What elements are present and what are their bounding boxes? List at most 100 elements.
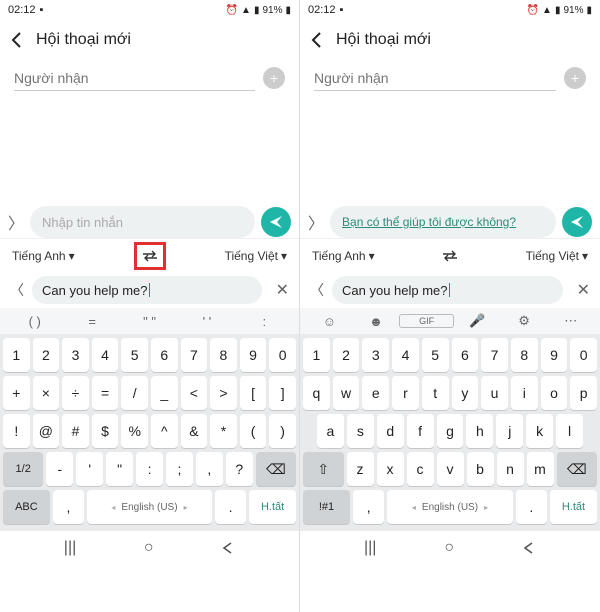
key-i[interactable]: i bbox=[511, 376, 538, 410]
nav-recents[interactable]: ||| bbox=[364, 539, 376, 557]
back-icon[interactable] bbox=[10, 31, 22, 49]
key-9[interactable]: 9 bbox=[240, 338, 267, 372]
compose-expand-icon[interactable]: 〉 bbox=[8, 210, 24, 234]
key-page-toggle[interactable]: 1/2 bbox=[3, 452, 43, 486]
toolbar-colon[interactable]: : bbox=[236, 314, 293, 329]
toolbar-parens[interactable]: ( ) bbox=[6, 314, 63, 329]
key-][interactable]: ] bbox=[269, 376, 296, 410]
nav-recents[interactable]: ||| bbox=[64, 539, 76, 557]
voice-icon[interactable]: 🎤 bbox=[454, 313, 501, 329]
key-period[interactable]: . bbox=[516, 490, 547, 524]
key-comma[interactable]: , bbox=[353, 490, 384, 524]
key-3[interactable]: 3 bbox=[62, 338, 89, 372]
key-2[interactable]: 2 bbox=[33, 338, 60, 372]
key-1[interactable]: 1 bbox=[303, 338, 330, 372]
key-%[interactable]: % bbox=[121, 414, 148, 448]
key-$[interactable]: $ bbox=[92, 414, 119, 448]
gif-icon[interactable]: GIF bbox=[399, 314, 454, 328]
key-*[interactable]: * bbox=[210, 414, 237, 448]
key-:[interactable]: : bbox=[136, 452, 163, 486]
key-0[interactable]: 0 bbox=[269, 338, 296, 372]
key-?[interactable]: ? bbox=[226, 452, 253, 486]
key-;[interactable]: ; bbox=[166, 452, 193, 486]
key-7[interactable]: 7 bbox=[481, 338, 508, 372]
key-f[interactable]: f bbox=[407, 414, 434, 448]
toolbar-equals[interactable]: = bbox=[63, 314, 120, 329]
key-6[interactable]: 6 bbox=[452, 338, 479, 372]
lang-from-selector[interactable]: Tiếng Anh▾ bbox=[12, 249, 75, 263]
key-4[interactable]: 4 bbox=[392, 338, 419, 372]
key-5[interactable]: 5 bbox=[121, 338, 148, 372]
clear-input-button[interactable]: ✕ bbox=[276, 280, 289, 300]
key-period[interactable]: . bbox=[215, 490, 246, 524]
back-icon[interactable] bbox=[310, 31, 322, 49]
key-([interactable]: ( bbox=[240, 414, 267, 448]
translate-input[interactable]: Can you help me? bbox=[32, 276, 262, 304]
key-l[interactable]: l bbox=[556, 414, 583, 448]
key-#[interactable]: # bbox=[62, 414, 89, 448]
key-4[interactable]: 4 bbox=[92, 338, 119, 372]
key-+[interactable]: + bbox=[3, 376, 30, 410]
key-done[interactable]: H.tất bbox=[550, 490, 597, 524]
nav-back[interactable] bbox=[221, 541, 235, 555]
key-'[interactable]: ' bbox=[76, 452, 103, 486]
send-button[interactable] bbox=[261, 207, 291, 237]
lang-from-selector[interactable]: Tiếng Anh▾ bbox=[312, 249, 375, 263]
key-mode-sym[interactable]: !#1 bbox=[303, 490, 350, 524]
key-m[interactable]: m bbox=[527, 452, 554, 486]
key-w[interactable]: w bbox=[333, 376, 360, 410]
key-d[interactable]: d bbox=[377, 414, 404, 448]
clear-input-button[interactable]: ✕ bbox=[577, 280, 590, 300]
key-h[interactable]: h bbox=[466, 414, 493, 448]
key-g[interactable]: g bbox=[437, 414, 464, 448]
key-v[interactable]: v bbox=[437, 452, 464, 486]
key-x[interactable]: x bbox=[377, 452, 404, 486]
key-3[interactable]: 3 bbox=[362, 338, 389, 372]
nav-home[interactable]: ○ bbox=[144, 539, 154, 557]
key-![interactable]: ! bbox=[3, 414, 30, 448]
key-t[interactable]: t bbox=[422, 376, 449, 410]
key-y[interactable]: y bbox=[452, 376, 479, 410]
sticker-icon[interactable]: ☻ bbox=[353, 314, 400, 329]
key-<[interactable]: < bbox=[181, 376, 208, 410]
key-q[interactable]: q bbox=[303, 376, 330, 410]
key-6[interactable]: 6 bbox=[151, 338, 178, 372]
key-c[interactable]: c bbox=[407, 452, 434, 486]
toolbar-dquote[interactable]: " " bbox=[121, 314, 178, 329]
key-mode-abc[interactable]: ABC bbox=[3, 490, 50, 524]
key-shift[interactable]: ⇧ bbox=[303, 452, 344, 486]
key-9[interactable]: 9 bbox=[541, 338, 568, 372]
key-j[interactable]: j bbox=[496, 414, 523, 448]
nav-back[interactable] bbox=[522, 541, 536, 555]
key-backspace[interactable]: ⌫ bbox=[557, 452, 598, 486]
key-space[interactable]: ◂English (US)▸ bbox=[87, 490, 212, 524]
key-r[interactable]: r bbox=[392, 376, 419, 410]
key-e[interactable]: e bbox=[362, 376, 389, 410]
key-/[interactable]: / bbox=[121, 376, 148, 410]
key-&[interactable]: & bbox=[181, 414, 208, 448]
key-)[interactable]: ) bbox=[269, 414, 296, 448]
swap-languages-button[interactable] bbox=[138, 246, 162, 266]
key-2[interactable]: 2 bbox=[333, 338, 360, 372]
key-0[interactable]: 0 bbox=[570, 338, 597, 372]
key-5[interactable]: 5 bbox=[422, 338, 449, 372]
key-×[interactable]: × bbox=[33, 376, 60, 410]
key-÷[interactable]: ÷ bbox=[62, 376, 89, 410]
key-a[interactable]: a bbox=[317, 414, 344, 448]
lang-to-selector[interactable]: Tiếng Việt▾ bbox=[225, 249, 287, 263]
key-z[interactable]: z bbox=[347, 452, 374, 486]
key--[interactable]: - bbox=[46, 452, 73, 486]
key-p[interactable]: p bbox=[570, 376, 597, 410]
key-[[interactable]: [ bbox=[240, 376, 267, 410]
key-done[interactable]: H.tất bbox=[249, 490, 296, 524]
toolbar-squote[interactable]: ' ' bbox=[178, 314, 235, 329]
key-backspace[interactable]: ⌫ bbox=[256, 452, 296, 486]
key-1[interactable]: 1 bbox=[3, 338, 30, 372]
add-recipient-button[interactable]: + bbox=[564, 67, 586, 89]
key-"[interactable]: " bbox=[106, 452, 133, 486]
translate-input[interactable]: Can you help me? bbox=[332, 276, 563, 304]
key->[interactable]: > bbox=[210, 376, 237, 410]
nav-home[interactable]: ○ bbox=[444, 539, 454, 557]
settings-icon[interactable]: ⚙ bbox=[501, 313, 548, 329]
recipient-input[interactable] bbox=[14, 66, 255, 91]
